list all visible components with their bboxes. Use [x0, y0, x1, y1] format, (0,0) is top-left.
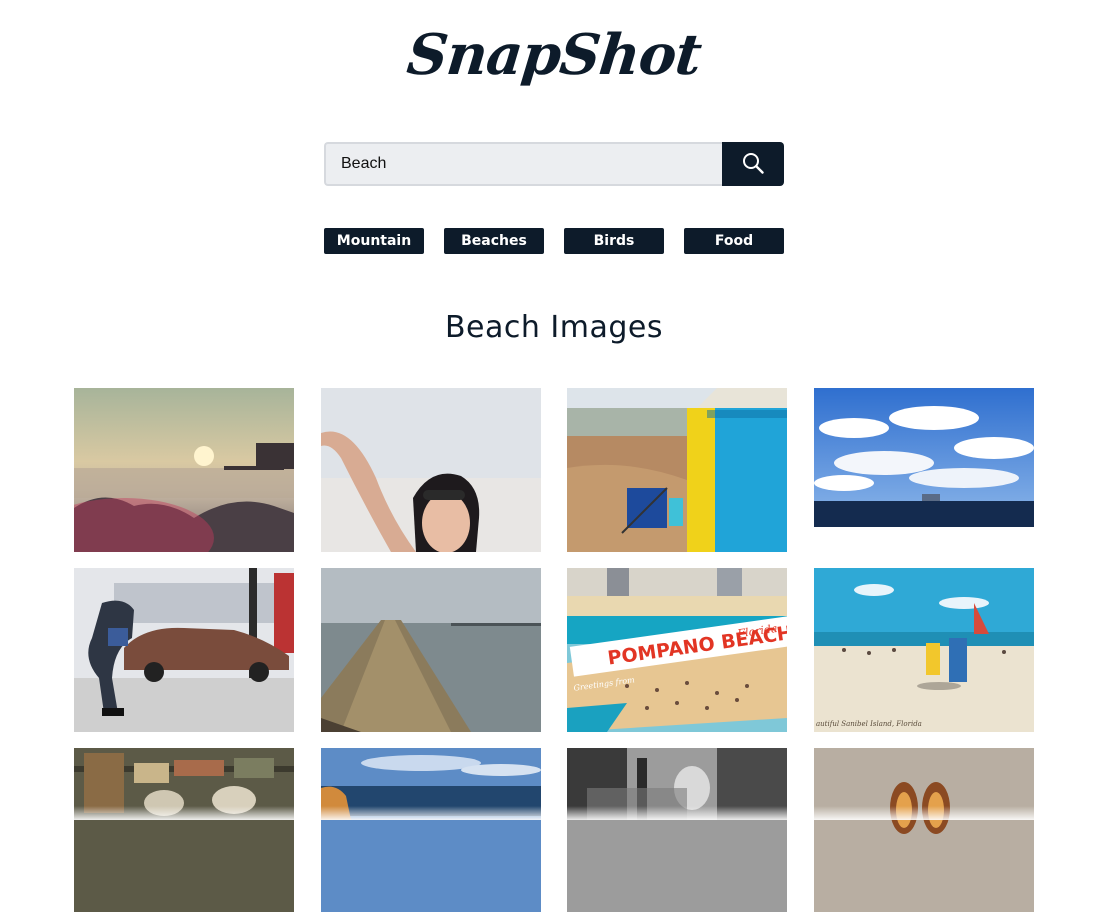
app-logo: SnapShot: [404, 22, 704, 88]
gallery-image[interactable]: [567, 748, 787, 912]
category-button-birds[interactable]: Birds: [564, 228, 664, 254]
gallery-image[interactable]: [567, 388, 787, 552]
search-icon: [741, 151, 765, 178]
gallery-heading: Beach Images: [444, 310, 664, 345]
gallery-image[interactable]: [320, 388, 541, 552]
search-form: [324, 142, 784, 186]
gallery-image[interactable]: [74, 568, 294, 732]
gallery-image[interactable]: [320, 568, 541, 732]
category-nav: Mountain Beaches Birds Food: [324, 228, 784, 254]
scroll-fade: [0, 806, 1108, 820]
gallery-image[interactable]: [320, 748, 541, 912]
postcard-caption-text: autiful Sanibel Island, Florida: [816, 720, 922, 728]
gallery-image[interactable]: [813, 748, 1034, 912]
image-gallery: POMPANO BEACH Florida Greetings from aut…: [74, 388, 1034, 912]
gallery-image[interactable]: [74, 388, 294, 552]
search-input[interactable]: [324, 142, 722, 186]
category-button-beaches[interactable]: Beaches: [444, 228, 544, 254]
category-button-food[interactable]: Food: [684, 228, 784, 254]
category-button-mountain[interactable]: Mountain: [324, 228, 424, 254]
gallery-image[interactable]: [74, 748, 294, 912]
gallery-image[interactable]: POMPANO BEACH Florida Greetings from: [567, 568, 787, 732]
search-button[interactable]: [722, 142, 784, 186]
gallery-image[interactable]: autiful Sanibel Island, Florida: [813, 568, 1034, 732]
gallery-image[interactable]: [813, 388, 1034, 527]
